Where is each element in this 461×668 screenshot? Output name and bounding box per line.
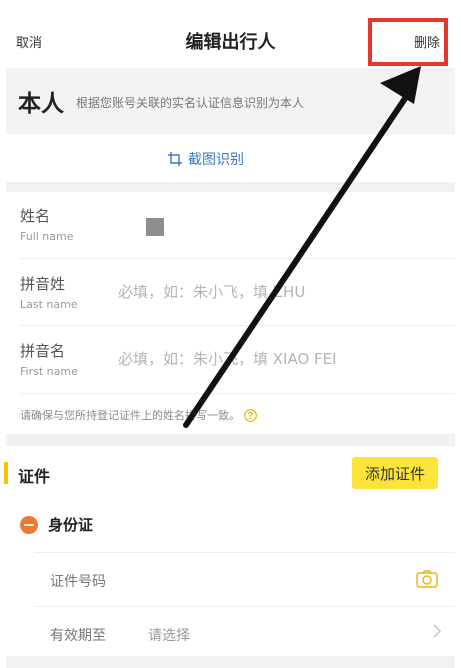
full-name-field[interactable]: 姓名 Full name <box>20 205 440 243</box>
scan-row: 截图识别 <box>0 134 461 182</box>
remove-icon[interactable] <box>20 515 38 534</box>
field-sublabel: Full name <box>20 230 74 243</box>
divider <box>20 393 455 394</box>
certificate-section-title: 证件 <box>18 467 51 486</box>
self-title: 本人 <box>18 91 64 117</box>
screenshot-recognize-button[interactable]: 截图识别 <box>168 149 244 169</box>
section-divider <box>6 656 455 668</box>
self-banner: 本人 根据您账号关联的实名认证信息识别为本人 <box>6 68 455 134</box>
name-tip: 请确保与您所持登记证件上的姓名拼写一致。 <box>20 407 257 423</box>
scan-label: 截图识别 <box>188 152 244 168</box>
chevron-right-icon <box>433 624 442 638</box>
divider <box>34 606 455 607</box>
crop-icon <box>168 152 182 166</box>
first-name-input[interactable]: 必填，如：朱小飞，填 XIAO FEI <box>118 348 337 369</box>
section-divider <box>6 182 455 192</box>
id-card-row: 身份证 <box>20 514 93 535</box>
divider <box>20 258 455 259</box>
self-description: 根据您账号关联的实名认证信息识别为本人 <box>76 96 305 110</box>
highlight-box <box>368 18 448 66</box>
divider <box>34 552 455 553</box>
tip-text: 请确保与您所持登记证件上的姓名拼写一致。 <box>20 409 240 422</box>
first-name-field[interactable]: 拼音名 First name 必填，如：朱小飞，填 XIAO FEI <box>20 340 440 378</box>
field-label: 姓名 <box>20 207 51 225</box>
camera-icon[interactable] <box>416 570 438 588</box>
add-certificate-button[interactable]: 添加证件 <box>352 457 438 489</box>
redacted-block <box>146 218 164 236</box>
last-name-input[interactable]: 必填，如：朱小飞，填 ZHU <box>118 281 305 302</box>
last-name-field[interactable]: 拼音姓 Last name 必填，如：朱小飞，填 ZHU <box>20 273 440 311</box>
question-icon[interactable] <box>244 408 257 422</box>
expiry-label: 有效期至 <box>50 628 106 644</box>
divider <box>20 325 455 326</box>
id-card-label: 身份证 <box>48 516 94 534</box>
id-number-label: 证件号码 <box>50 574 106 590</box>
section-divider <box>6 434 455 446</box>
section-accent-bar <box>4 462 8 484</box>
expiry-select[interactable]: 请选择 <box>148 625 190 645</box>
